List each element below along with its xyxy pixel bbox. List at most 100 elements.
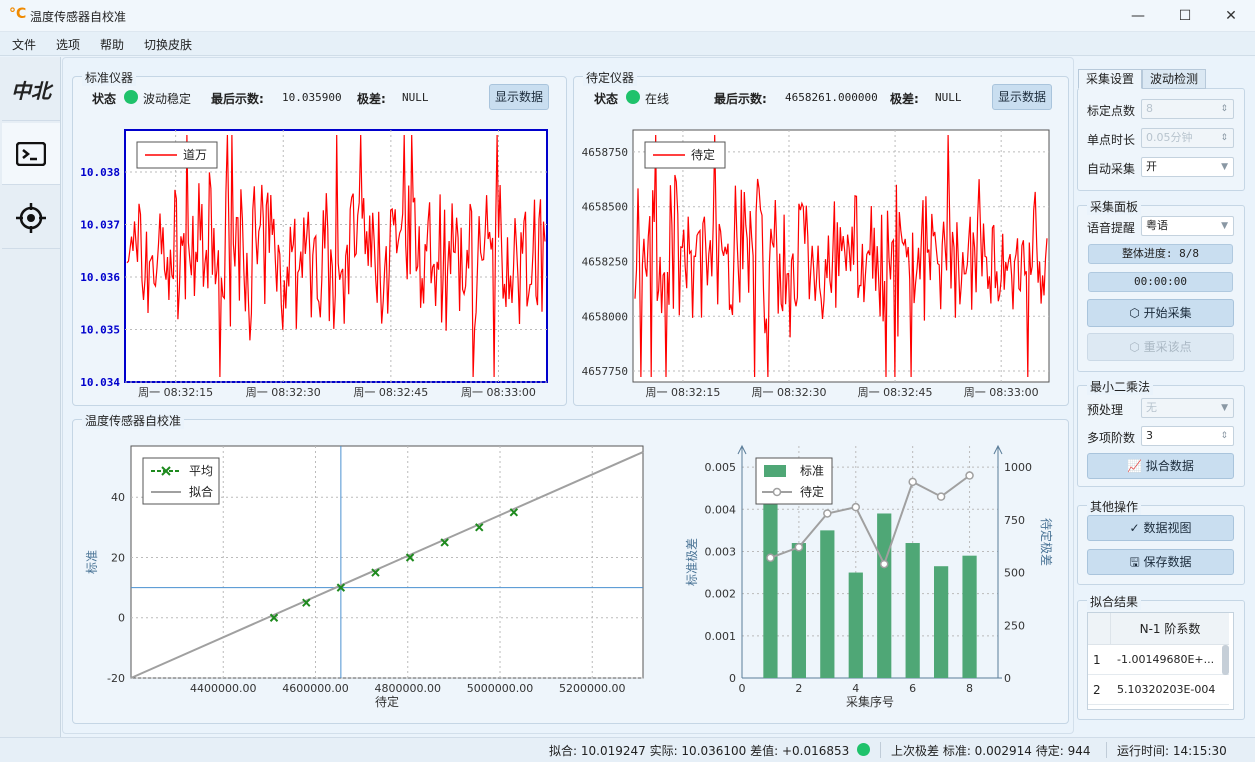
- close-button[interactable]: ✕: [1221, 6, 1241, 26]
- y-axis-label: 标准: [85, 550, 99, 574]
- points-spinbox[interactable]: 8 ⇕: [1141, 99, 1234, 119]
- row-index: 2: [1093, 683, 1101, 697]
- duration-spinbox[interactable]: 0.05分钟 ⇕: [1141, 128, 1234, 148]
- dut-chart: 4657750 4658000 4658250 4658500 4658750 周一 08…: [582, 129, 1050, 399]
- dut-last-value: 4658261.000000: [785, 91, 878, 104]
- dut-range-value: NULL: [935, 91, 962, 104]
- y-tick-label: 0.002: [705, 588, 737, 601]
- save-data-button[interactable]: 🖫 保存数据: [1087, 549, 1234, 575]
- line-point: [794, 542, 804, 552]
- y-tick-label: 10.037: [80, 219, 120, 232]
- status-range-text: 上次极差 标准: 0.002914 待定: 944: [891, 744, 1091, 758]
- row-value: 5.10320203E-004: [1117, 683, 1216, 696]
- row-value: -1.00149680E+...: [1117, 653, 1215, 666]
- maximize-button[interactable]: ☐: [1175, 6, 1195, 26]
- y2-tick-label: 500: [1004, 567, 1025, 580]
- y-tick-label: 0.004: [705, 503, 737, 516]
- table-corner: [1088, 613, 1111, 645]
- preprocess-select[interactable]: 无 ▼: [1141, 398, 1234, 418]
- voice-value: 粤语: [1146, 219, 1168, 232]
- spin-icon: ⇕: [1220, 431, 1228, 441]
- chart-icon: 📈: [1127, 459, 1143, 473]
- data-view-button[interactable]: ✓ 数据视图: [1087, 515, 1234, 541]
- order-spinbox[interactable]: 3 ⇕: [1141, 426, 1234, 446]
- menu-options[interactable]: 选项: [56, 36, 80, 53]
- line-point: [766, 553, 775, 563]
- y-tick-label: 0: [118, 612, 125, 625]
- bar: [763, 479, 778, 678]
- dut-status-dot: [626, 90, 640, 104]
- x-axis-label: 采集序号: [846, 694, 894, 709]
- x-tick-label: 4800000.00: [375, 682, 441, 695]
- menu-skin[interactable]: 切换皮肤: [144, 36, 192, 53]
- range-chart: 0 0.001 0.002 0.003 0.004 0.005 0 250 500 750 1000…: [685, 444, 1054, 709]
- x-tick-label: 5200000.00: [559, 682, 625, 695]
- preprocess-value: 无: [1146, 401, 1157, 414]
- menu-file[interactable]: 文件: [12, 36, 36, 53]
- collect-panel-title: 采集面板: [1087, 198, 1142, 215]
- x-tick-label: 周一 08:32:30: [246, 386, 321, 399]
- status-fit-text: 拟合: 10.019247 实际: 10.036100 差值: +0.01685…: [549, 744, 850, 758]
- order-value: 3: [1146, 429, 1153, 442]
- y-tick-label: 10.036: [80, 271, 120, 284]
- y-axis-label: 标准极差: [685, 538, 699, 586]
- start-collect-button[interactable]: ⬡ 开始采集: [1087, 299, 1234, 327]
- std-range-value: NULL: [402, 91, 429, 104]
- y2-tick-label: 1000: [1004, 461, 1032, 474]
- redo-point-label: 重采该点: [1143, 340, 1192, 354]
- y-tick-label: -20: [107, 672, 125, 685]
- minimize-button[interactable]: —: [1128, 6, 1148, 26]
- auto-collect-select[interactable]: 开 ▼: [1141, 157, 1234, 177]
- row-index: 1: [1093, 653, 1101, 667]
- legend-label: 平均: [189, 464, 213, 478]
- divider: [880, 742, 881, 758]
- calib-panel-title: 温度传感器自校准: [82, 412, 185, 429]
- legend-label: 待定: [691, 147, 715, 162]
- spin-icon: ⇕: [1220, 104, 1228, 114]
- std-show-data-button[interactable]: 显示数据: [489, 84, 549, 110]
- legend-label: 标准: [800, 464, 824, 478]
- check-circle-icon: ✓: [1129, 521, 1140, 535]
- sidebar-item-calibrate[interactable]: [2, 187, 60, 249]
- tab-collect-settings[interactable]: 采集设置: [1078, 69, 1142, 89]
- x-tick-label: 周一 08:33:00: [964, 386, 1039, 399]
- chevron-down-icon: ▼: [1221, 403, 1228, 413]
- result-table[interactable]: N-1 阶系数 1 -1.00149680E+... 2 5.10320203E…: [1087, 612, 1234, 710]
- bar: [905, 543, 920, 678]
- table-row[interactable]: 1 -1.00149680E+...: [1088, 645, 1229, 675]
- tab-fluctuation[interactable]: 波动检测: [1142, 69, 1206, 89]
- y-tick-label: 0: [729, 672, 736, 685]
- x-tick-label: 2: [795, 682, 802, 695]
- timer-display: 00:00:00: [1088, 272, 1233, 292]
- menu-help[interactable]: 帮助: [100, 36, 124, 53]
- x-tick-label: 周一 08:32:45: [858, 386, 933, 399]
- y-tick-label: 40: [111, 491, 125, 504]
- redo-point-button[interactable]: ⬡ 重采该点: [1087, 333, 1234, 361]
- line-point: [823, 509, 832, 518]
- legend-swatch: [764, 465, 786, 477]
- table-header: N-1 阶系数: [1111, 613, 1229, 645]
- sidebar-item-logo[interactable]: 中北: [2, 59, 60, 121]
- legend-label: 待定: [800, 484, 824, 499]
- std-last-label: 最后示数:: [211, 92, 264, 106]
- y-tick-label: 4658250: [582, 255, 628, 268]
- voice-select[interactable]: 粤语 ▼: [1141, 216, 1234, 236]
- sidebar-item-terminal[interactable]: [2, 123, 60, 185]
- dut-last-label: 最后示数:: [714, 92, 767, 106]
- y-tick-label: 10.035: [80, 324, 120, 337]
- sidebar: 中北: [0, 57, 61, 762]
- x-axis-label: 待定: [375, 694, 399, 709]
- dut-show-data-button[interactable]: 显示数据: [992, 84, 1052, 110]
- table-row[interactable]: 2 5.10320203E-004: [1088, 675, 1229, 705]
- chevron-down-icon: ▼: [1221, 221, 1228, 231]
- fit-data-button[interactable]: 📈 拟合数据: [1087, 453, 1234, 479]
- x-tick-label: 0: [739, 682, 746, 695]
- x-tick-label: 周一 08:32:15: [645, 386, 720, 399]
- table-scrollbar[interactable]: [1222, 645, 1229, 675]
- x-tick-label: 6: [909, 682, 916, 695]
- x-tick-label: 周一 08:32:45: [353, 386, 428, 399]
- y-tick-label: 0.005: [705, 461, 737, 474]
- logo-icon: 中北: [11, 79, 51, 103]
- y-tick-label: 4657750: [582, 365, 628, 378]
- overall-progress: 整体进度: 8/8: [1088, 244, 1233, 264]
